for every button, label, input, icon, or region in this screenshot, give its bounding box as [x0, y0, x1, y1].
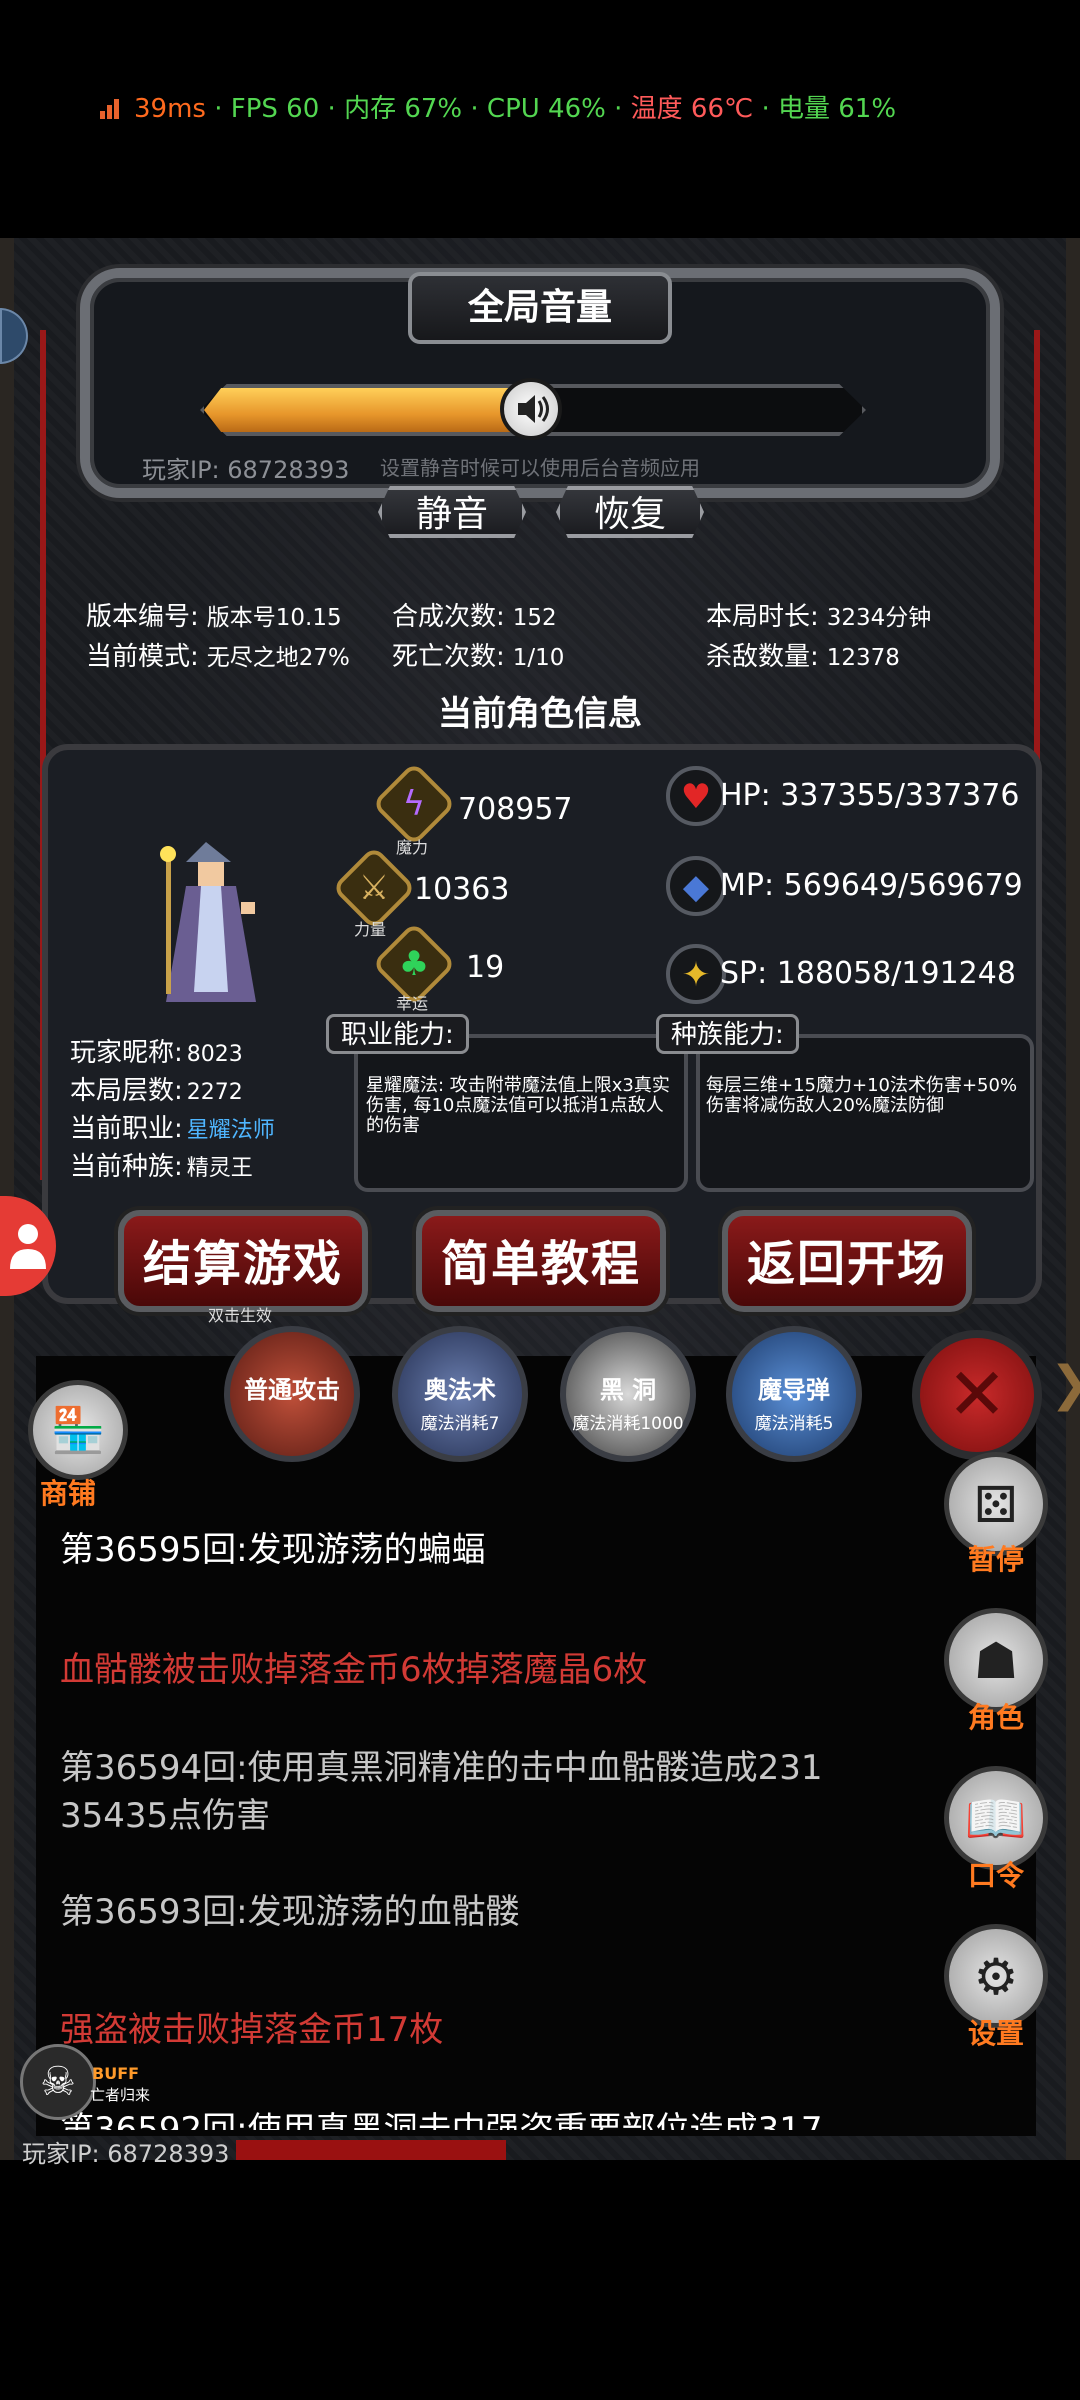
tutorial-button[interactable]: 简单教程: [416, 1210, 666, 1312]
close-icon: ✕: [946, 1352, 1008, 1436]
skill-arcane[interactable]: 奥法术 魔法消耗7: [392, 1326, 528, 1462]
magic-label: 魔力: [396, 838, 429, 857]
chevron-right-icon[interactable]: ❯: [1050, 1356, 1080, 1412]
mp-text: MP: 569649/569679: [720, 868, 1023, 903]
log-line: 第36592回:使用真黑洞击中强盗重要部位造成317: [60, 2110, 823, 2130]
settings-label: 设置: [967, 2017, 1024, 2050]
temperature-text: 温度 66℃: [630, 94, 754, 124]
strength-value: 10363: [414, 872, 510, 907]
status-overlay: 39ms · FPS 60 · 内存 67% · CPU 46% · 温度 66…: [100, 88, 896, 125]
clover-icon: ♣: [398, 944, 430, 984]
ping-text: 39ms: [134, 94, 206, 124]
mute-button[interactable]: 静音: [378, 486, 526, 538]
cpu-text: CPU 46%: [486, 94, 606, 124]
skill-name: 普通攻击: [244, 1376, 340, 1404]
sep: ·: [605, 94, 631, 124]
pause-label: 暂停: [967, 1543, 1024, 1576]
strength-label: 力量: [354, 920, 387, 939]
sep: ·: [205, 94, 231, 124]
volume-hint: 设置静音时候可以使用后台音频应用: [380, 456, 700, 480]
heart-icon: ♥: [666, 766, 726, 826]
gear-icon: ⚙: [973, 1948, 1019, 2006]
skill-black-hole[interactable]: 黑 洞 魔法消耗1000: [560, 1326, 696, 1462]
restore-button[interactable]: 恢复: [556, 486, 704, 538]
memory-text: 内存 67%: [344, 94, 463, 124]
close-button[interactable]: ✕: [912, 1330, 1042, 1460]
skill-name: 魔导弹: [758, 1376, 830, 1404]
mana-icon: ◆: [666, 856, 726, 916]
stamina-icon: ✦: [666, 944, 726, 1004]
signal-icon: [100, 95, 126, 119]
sp-text: SP: 188058/191248: [720, 956, 1016, 991]
floor-info: 本局层数: 2272: [70, 1076, 243, 1106]
bottom-progress-bar: [236, 2140, 506, 2160]
volume-slider-knob[interactable]: [500, 378, 562, 440]
luck-value: 19: [466, 950, 505, 985]
job-ability-text: 星耀魔法: 攻击附带魔法值上限x3真实伤害, 每10点魔法值可以抵消1点敌人的伤…: [366, 1075, 670, 1136]
fps-text: FPS 60: [230, 94, 320, 124]
version-stat: 版本编号: 版本号10.15: [86, 602, 342, 632]
race-info: 当前种族: 精灵王: [70, 1152, 253, 1182]
speaker-icon: [518, 395, 549, 423]
race-ability-title: 种族能力:: [656, 1014, 799, 1054]
buff-sub-label: 亡者归来: [90, 2086, 151, 2104]
skill-name: 黑 洞: [599, 1376, 657, 1404]
skill-cost: 魔法消耗5: [754, 1414, 834, 1434]
shop-button[interactable]: 🏪: [28, 1380, 128, 1480]
code-label: 口令: [967, 1859, 1024, 1892]
sep: ·: [462, 94, 487, 124]
volume-slider-fill: [204, 388, 546, 432]
kills-stat: 杀敌数量: 12378: [706, 642, 900, 672]
buff-label: BUFF: [92, 2064, 140, 2083]
time-stat: 本局时长: 3234分钟: [706, 602, 932, 632]
book-icon: 📖: [964, 1790, 1028, 1848]
hp-text: HP: 337355/337376: [720, 778, 1020, 813]
buff-skull-icon[interactable]: ☠: [20, 2044, 96, 2120]
race-ability-text: 每层三维+15魔力+10法术伤害+50%伤害将减伤敌人20%魔法防御: [706, 1075, 1018, 1116]
mode-stat: 当前模式: 无尽之地27%: [86, 642, 350, 672]
log-line: 血骷髅被击败掉落金币6枚掉落魔晶6枚: [60, 1650, 648, 1690]
log-line: 第36593回:发现游荡的血骷髅: [60, 1892, 520, 1932]
back-to-start-button[interactable]: 返回开场: [722, 1210, 972, 1312]
bottom-player-ip: 玩家IP: 68728393: [22, 2140, 230, 2168]
battery-text: 电量 61%: [778, 94, 897, 124]
role-label: 角色: [967, 1701, 1024, 1734]
log-line: 第36594回:使用真黑洞精准的击中血骷髅造成231 35435点伤害: [60, 1748, 823, 1836]
volume-title: 全局音量: [408, 272, 672, 344]
shop-icon: 🏪: [50, 1405, 106, 1456]
skill-cost: 魔法消耗1000: [572, 1414, 684, 1434]
magic-value: 708957: [458, 792, 573, 827]
skill-normal-attack[interactable]: 普通攻击: [224, 1326, 360, 1462]
settle-game-button[interactable]: 结算游戏: [118, 1210, 368, 1312]
double-click-note: 双击生效: [208, 1306, 273, 1325]
log-line: 强盗被击败掉落金币17枚: [60, 2010, 444, 2050]
skill-magic-missile[interactable]: 魔导弹 魔法消耗5: [726, 1326, 862, 1462]
shop-label: 商铺: [40, 1477, 97, 1510]
job-ability-title: 职业能力:: [326, 1014, 469, 1054]
sep: ·: [753, 94, 778, 124]
player-ip-label: 玩家IP: 68728393: [142, 456, 350, 484]
nickname-info: 玩家昵称: 8023: [70, 1038, 243, 1068]
lightning-icon: ϟ: [402, 784, 426, 824]
hooded-figure-icon: ☗: [973, 1632, 1019, 1690]
job-info: 当前职业: 星耀法师: [70, 1114, 275, 1144]
character-section-title: 当前角色信息: [438, 694, 642, 734]
luck-label: 幸运: [396, 994, 429, 1013]
person-icon: [10, 1224, 46, 1269]
sep: ·: [319, 94, 345, 124]
wizard-sprite: [160, 842, 256, 1002]
skill-cost: 魔法消耗7: [420, 1414, 500, 1434]
craft-stat: 合成次数: 152: [392, 602, 557, 632]
log-line: 第36595回:发现游荡的蝙蝠: [60, 1530, 486, 1570]
sword-icon: ⚔: [358, 868, 390, 908]
dice-icon: ⚄: [974, 1476, 1018, 1534]
skill-name: 奥法术: [424, 1376, 496, 1404]
death-stat: 死亡次数: 1/10: [392, 642, 565, 672]
